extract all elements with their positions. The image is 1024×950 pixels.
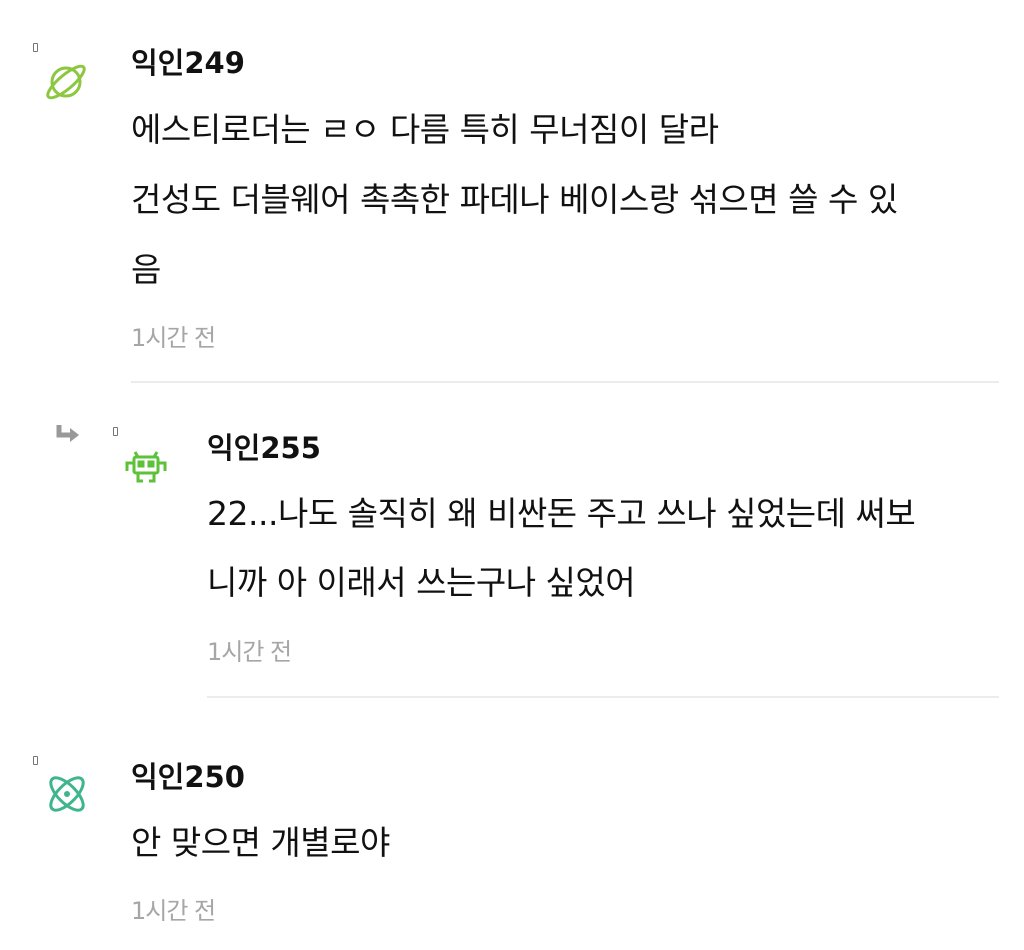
comment: 익인250 안 맞으면 개별로야 1시간 전 bbox=[0, 698, 1024, 950]
marker-icon bbox=[113, 427, 118, 436]
comment-text-line: 안 맞으면 개별로야 bbox=[131, 823, 390, 862]
comment-author[interactable]: 익인249 bbox=[131, 40, 245, 82]
comment-text-line: 건성도 더블웨어 촉촉한 파데나 베이스랑 섞으면 쓸 수 있 bbox=[131, 180, 898, 219]
comment-text-line: 음 bbox=[131, 250, 161, 289]
comment-author[interactable]: 익인250 bbox=[131, 754, 245, 796]
atom-icon[interactable] bbox=[43, 770, 91, 818]
comment-timestamp: 1시간 전 bbox=[131, 897, 216, 925]
reply-arrow-icon bbox=[55, 423, 81, 449]
comment-author[interactable]: 익인255 bbox=[207, 425, 321, 467]
comment-text-line: 니까 아 이래서 쓰는구나 싶었어 bbox=[207, 563, 636, 602]
comment-text-line: 22...나도 솔직히 왜 비싼돈 주고 쓰나 싶었는데 써보 bbox=[207, 494, 916, 533]
comment-text-line: 에스티로더는 ㄹㅇ 다름 특히 무너짐이 달라 bbox=[131, 110, 719, 149]
comment-timestamp: 1시간 전 bbox=[207, 638, 292, 666]
planet-icon[interactable] bbox=[42, 58, 90, 106]
space-invader-icon[interactable] bbox=[122, 445, 170, 493]
reply-comment: 익인255 22...나도 솔직히 왜 비싼돈 주고 쓰나 싶었는데 써보 니까… bbox=[0, 383, 1024, 696]
marker-icon bbox=[33, 756, 38, 765]
comment: 익인249 에스티로더는 ㄹㅇ 다름 특히 무너짐이 달라 건성도 더블웨어 촉… bbox=[0, 0, 1024, 380]
comment-timestamp: 1시간 전 bbox=[131, 324, 216, 352]
marker-icon bbox=[33, 43, 38, 52]
